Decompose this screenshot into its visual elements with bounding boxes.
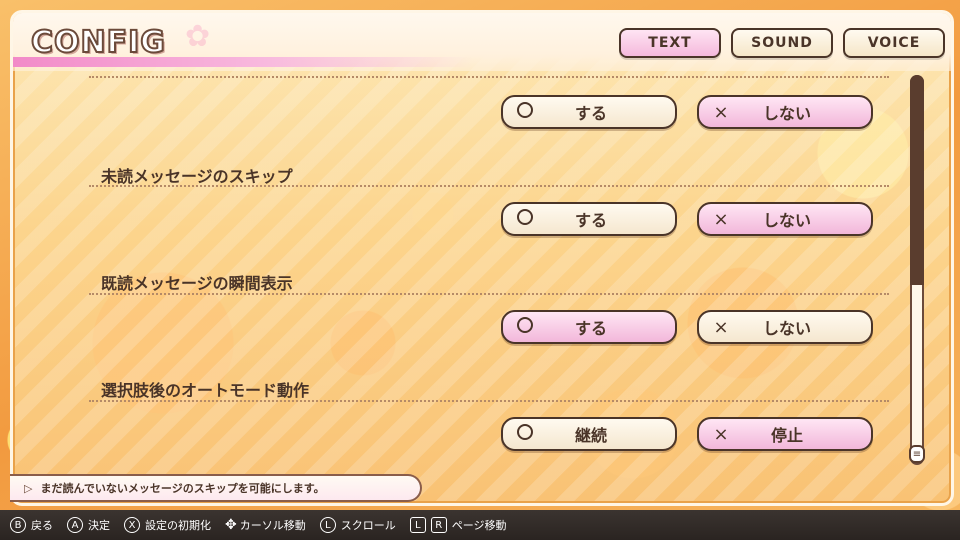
guide-cursor[interactable]: ✥ カーソル移動 xyxy=(225,517,306,533)
guide-label: カーソル移動 xyxy=(239,519,306,532)
guide-label: スクロール xyxy=(340,519,396,532)
circle-icon xyxy=(503,423,547,445)
cross-icon: × xyxy=(713,208,729,230)
hint-box: ▷ まだ読んでいないメッセージのスキップを可能にします。 xyxy=(10,474,422,502)
sakura-decoration-icon: ✿ xyxy=(185,19,211,54)
dpad-icon: ✥ xyxy=(225,517,237,533)
a-button-icon: A xyxy=(67,517,83,533)
option-label: しない xyxy=(762,211,811,230)
guide-label: 設定の初期化 xyxy=(145,519,211,532)
setting-label-auto-mode: 選択肢後のオートモード動作 xyxy=(101,381,310,400)
circle-icon xyxy=(503,101,547,123)
circle-icon xyxy=(503,316,547,338)
config-panel: ✿ CONFIG TEXT SOUND VOICE する × しない 未読メッセ… xyxy=(10,10,954,506)
option-label: する xyxy=(574,319,607,338)
option-no-row-2[interactable]: × しない xyxy=(697,310,873,344)
l-button-icon: L xyxy=(409,517,426,533)
guide-confirm[interactable]: A 決定 xyxy=(67,517,110,533)
cross-icon: × xyxy=(713,423,729,445)
setting-label-instant-display: 既読メッセージの瞬間表示 xyxy=(101,274,293,293)
option-yes-row-1[interactable]: する xyxy=(501,202,677,236)
page-title: CONFIG xyxy=(30,24,166,61)
guide-page[interactable]: L R ページ移動 xyxy=(409,517,507,533)
option-label: しない xyxy=(762,104,811,123)
l-stick-icon: L xyxy=(319,517,336,533)
circle-icon xyxy=(503,208,547,230)
button-guide-bar: B 戻る A 決定 X 設定の初期化 ✥ カーソル移動 L スクロール L R … xyxy=(0,510,960,540)
option-continue-row-3[interactable]: 継続 xyxy=(501,417,677,451)
guide-label: ページ移動 xyxy=(451,519,507,532)
guide-label: 戻る xyxy=(31,519,53,532)
option-stop-row-3[interactable]: × 停止 xyxy=(697,417,873,451)
guide-reset[interactable]: X 設定の初期化 xyxy=(124,517,211,533)
hint-text: まだ読んでいないメッセージのスキップを可能にします。 xyxy=(40,482,325,495)
b-button-icon: B xyxy=(10,517,26,533)
option-no-row-1[interactable]: × しない xyxy=(697,202,873,236)
option-yes-row-0[interactable]: する xyxy=(501,95,677,129)
setting-label-unread-skip: 未読メッセージのスキップ xyxy=(101,167,293,186)
tab-sound[interactable]: SOUND xyxy=(731,28,833,58)
option-label: しない xyxy=(762,319,811,338)
scrollbar-fill xyxy=(910,75,924,285)
option-no-row-0[interactable]: × しない xyxy=(697,95,873,129)
cross-icon: × xyxy=(713,101,729,123)
play-triangle-icon: ▷ xyxy=(24,481,33,495)
row-divider xyxy=(89,185,889,187)
tab-voice[interactable]: VOICE xyxy=(843,28,945,58)
row-divider xyxy=(89,400,889,402)
option-label: 停止 xyxy=(770,426,803,445)
x-button-icon: X xyxy=(124,517,140,533)
guide-label: 決定 xyxy=(88,519,110,532)
scrollbar-handle[interactable]: ≡ xyxy=(909,445,925,463)
option-yes-row-2[interactable]: する xyxy=(501,310,677,344)
row-divider xyxy=(89,76,889,78)
config-tabs: TEXT SOUND VOICE xyxy=(619,28,945,58)
option-label: する xyxy=(574,104,607,123)
guide-scroll[interactable]: L スクロール xyxy=(319,517,396,533)
option-label: する xyxy=(574,211,607,230)
row-divider xyxy=(89,293,889,295)
tab-text[interactable]: TEXT xyxy=(619,28,721,58)
r-button-icon: R xyxy=(430,517,447,533)
option-label: 継続 xyxy=(574,426,607,445)
cross-icon: × xyxy=(713,316,729,338)
guide-back[interactable]: B 戻る xyxy=(10,517,53,533)
